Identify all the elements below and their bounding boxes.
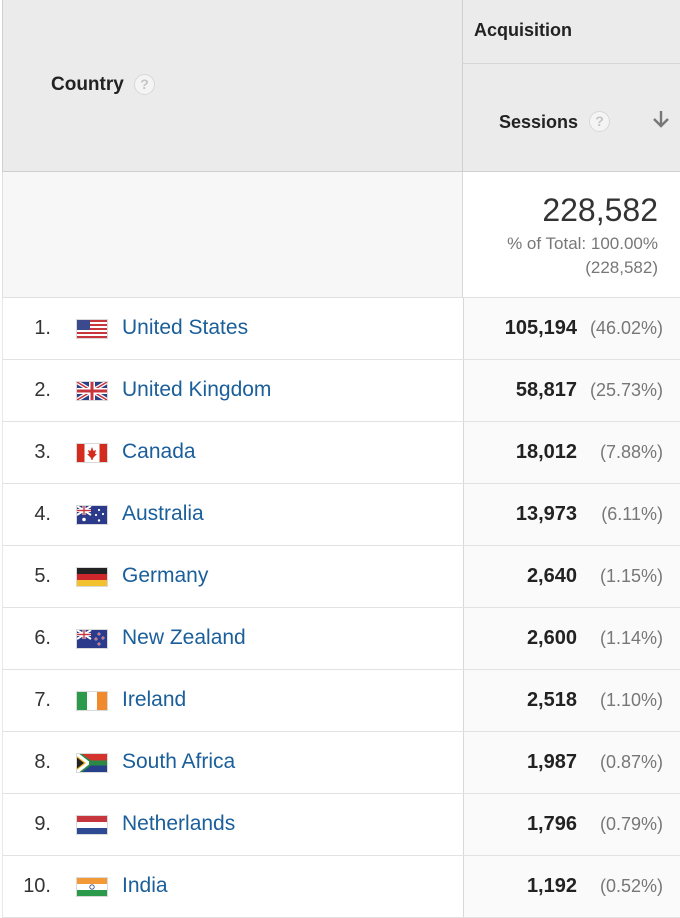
row-rank: 5. — [34, 565, 51, 587]
country-header-label: Country — [51, 74, 124, 95]
country-link-new-zealand[interactable]: New Zealand — [122, 626, 246, 650]
sessions-value: 13,973 — [515, 503, 577, 525]
country-link-netherlands[interactable]: Netherlands — [122, 812, 235, 836]
country-link-ireland[interactable]: Ireland — [122, 688, 186, 712]
acquisition-header-label: Acquisition — [474, 20, 572, 40]
row-rank: 1. — [34, 317, 51, 339]
table-row: 4. Australia 13,973 (6.11%) — [2, 484, 680, 546]
us-flag-icon — [77, 320, 107, 338]
table-row: 10. India 1,192 (0.52%) — [2, 856, 680, 918]
country-link-canada[interactable]: Canada — [122, 440, 196, 464]
sessions-value: 18,012 — [515, 441, 577, 463]
sessions-value: 2,640 — [526, 565, 577, 587]
sessions-value: 1,192 — [526, 875, 577, 897]
total-percent-label: % of Total: 100.00% — [507, 234, 658, 253]
sessions-cell: 1,192 (0.52%) — [463, 856, 680, 917]
table-row: 3. Canada 18,012 (7.88%) — [2, 422, 680, 484]
sessions-cell: 2,640 (1.15%) — [463, 546, 680, 607]
table-row: 8. South Africa 1,987 (0.87%) — [2, 732, 680, 794]
totals-sessions-cell: 228,582 % of Total: 100.00% (228,582) — [462, 172, 680, 298]
country-link-australia[interactable]: Australia — [122, 502, 204, 526]
sessions-value: 1,796 — [526, 813, 577, 835]
row-rank: 3. — [34, 441, 51, 463]
totals-row-label-cell — [2, 172, 462, 298]
sessions-value: 2,600 — [526, 627, 577, 649]
sessions-cell: 1,796 (0.79%) — [463, 794, 680, 855]
sessions-percent: (6.11%) — [601, 504, 663, 524]
country-link-germany[interactable]: Germany — [122, 564, 208, 588]
table-row: 1. United States 105,194 (46.02%) — [2, 298, 680, 360]
sessions-cell: 2,518 (1.10%) — [463, 670, 680, 731]
canada-flag-icon — [77, 444, 107, 462]
sessions-percent: (1.14%) — [599, 628, 663, 648]
sessions-percent: (1.15%) — [599, 566, 663, 586]
row-rank: 10. — [23, 875, 51, 897]
sessions-cell: 13,973 (6.11%) — [463, 484, 680, 545]
country-sessions-table: Country ? Acquisition Sessions ? 228,582… — [0, 0, 680, 918]
row-rank: 2. — [34, 379, 51, 401]
sessions-cell: 2,600 (1.14%) — [463, 608, 680, 669]
table-row: 6. New Zealand 2,600 (1.14%) — [2, 608, 680, 670]
row-rank: 7. — [34, 689, 51, 711]
sessions-percent: (0.79%) — [599, 814, 663, 834]
netherlands-flag-icon — [77, 816, 107, 834]
country-column-header[interactable]: Country ? — [2, 0, 462, 172]
table-row: 9. Netherlands 1,796 (0.79%) — [2, 794, 680, 856]
country-link-united-states[interactable]: United States — [122, 316, 248, 340]
sessions-cell: 58,817 (25.73%) — [463, 360, 680, 421]
help-icon[interactable]: ? — [589, 111, 610, 132]
row-rank: 9. — [34, 813, 51, 835]
sessions-cell: 105,194 (46.02%) — [463, 298, 680, 359]
sessions-value: 1,987 — [526, 751, 577, 773]
row-rank: 6. — [34, 627, 51, 649]
uk-flag-icon — [77, 382, 107, 400]
new-zealand-flag-icon — [77, 630, 107, 648]
sessions-cell: 1,987 (0.87%) — [463, 732, 680, 793]
india-flag-icon — [77, 878, 107, 896]
acquisition-group-header: Acquisition — [462, 0, 680, 64]
germany-flag-icon — [77, 568, 107, 586]
table-row: 7. Ireland 2,518 (1.10%) — [2, 670, 680, 732]
country-link-united-kingdom[interactable]: United Kingdom — [122, 378, 271, 402]
sessions-percent: (1.10%) — [599, 690, 663, 710]
total-absolute-label: (228,582) — [585, 258, 658, 277]
table-row: 5. Germany 2,640 (1.15%) — [2, 546, 680, 608]
sort-descending-arrow-icon[interactable] — [650, 108, 672, 130]
sessions-value: 2,518 — [526, 689, 577, 711]
table-row: 2. United Kingdom 58,817 (25.73%) — [2, 360, 680, 422]
sessions-header-label: Sessions — [499, 112, 579, 132]
sessions-percent: (7.88%) — [599, 442, 663, 462]
sessions-percent: (25.73%) — [589, 380, 663, 400]
sessions-column-header[interactable]: Sessions ? — [462, 64, 680, 172]
sessions-percent: (0.87%) — [599, 752, 663, 772]
sessions-value: 105,194 — [504, 317, 577, 339]
australia-flag-icon — [77, 506, 107, 524]
ireland-flag-icon — [77, 692, 107, 710]
sessions-value: 58,817 — [515, 379, 577, 401]
row-rank: 8. — [34, 751, 51, 773]
total-sessions-value: 228,582 — [542, 192, 658, 228]
sessions-cell: 18,012 (7.88%) — [463, 422, 680, 483]
help-icon[interactable]: ? — [134, 74, 155, 95]
sessions-percent: (0.52%) — [599, 876, 663, 896]
country-link-south-africa[interactable]: South Africa — [122, 750, 235, 774]
south-africa-flag-icon — [77, 754, 107, 772]
sessions-percent: (46.02%) — [589, 318, 663, 338]
row-rank: 4. — [34, 503, 51, 525]
country-link-india[interactable]: India — [122, 874, 168, 898]
